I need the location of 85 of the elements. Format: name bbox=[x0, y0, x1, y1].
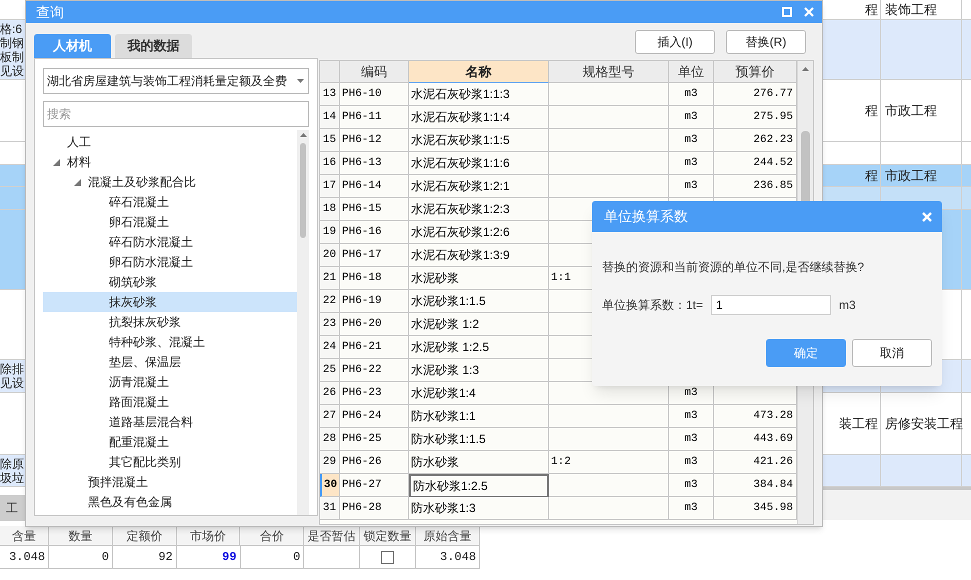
row-number: 23 bbox=[320, 313, 340, 336]
table-cell: 3.048 bbox=[0, 546, 50, 569]
table-cell: 水泥砂浆 1:3 bbox=[409, 359, 549, 382]
table-cell: 水泥砂浆1:4 bbox=[409, 382, 549, 405]
table-cell: 0 bbox=[240, 546, 304, 569]
row-number: 13 bbox=[320, 83, 340, 106]
table-cell: PH6-17 bbox=[340, 244, 409, 267]
row-number: 24 bbox=[320, 336, 340, 359]
table-cell: 房修安装工程 bbox=[881, 393, 962, 454]
dialog-title: 单位换算系数 bbox=[604, 207, 688, 226]
table-cell: PH6-21 bbox=[340, 336, 409, 359]
row-number: 28 bbox=[320, 428, 340, 451]
table-cell: m3 bbox=[669, 497, 714, 520]
table-cell: m3 bbox=[669, 129, 714, 152]
table-cell: PH6-26 bbox=[340, 451, 409, 474]
table-cell: m3 bbox=[669, 474, 714, 497]
table-cell: 水泥砂浆1:1.5 bbox=[409, 290, 549, 313]
table-cell: 99 bbox=[176, 546, 241, 569]
table-cell: m3 bbox=[669, 405, 714, 428]
row-number: 19 bbox=[320, 221, 340, 244]
table-cell: 防水砂浆1:1 bbox=[409, 405, 549, 428]
table-cell: 0 bbox=[49, 546, 113, 569]
table-cell: 1:2 bbox=[549, 451, 669, 474]
table-cell: 市政工程 bbox=[881, 165, 962, 186]
row-number: 16 bbox=[320, 152, 340, 175]
table-cell: 水泥石灰砂浆1:1:3 bbox=[409, 83, 549, 106]
row-number: 27 bbox=[320, 405, 340, 428]
table-cell: 防水砂浆 bbox=[409, 451, 549, 474]
table-cell: 装饰工程 bbox=[881, 0, 962, 19]
table-cell: PH6-19 bbox=[340, 290, 409, 313]
table-cell: 市政工程 bbox=[881, 80, 962, 141]
table-cell: 水泥砂浆 1:2 bbox=[409, 313, 549, 336]
row-number: 17 bbox=[320, 175, 340, 198]
row-number: 29 bbox=[320, 451, 340, 474]
row-number: 21 bbox=[320, 267, 340, 290]
table-cell: PH6-10 bbox=[340, 83, 409, 106]
table-cell: 水泥石灰砂浆1:3:9 bbox=[409, 244, 549, 267]
table-cell: 防水砂浆1:2.5 bbox=[409, 474, 549, 497]
window-title: 查询 bbox=[36, 2, 64, 22]
table-cell: PH6-13 bbox=[340, 152, 409, 175]
table-cell: PH6-15 bbox=[340, 198, 409, 221]
table-cell: PH6-25 bbox=[340, 428, 409, 451]
table-cell: m3 bbox=[669, 428, 714, 451]
table-cell: 除排 见设 bbox=[0, 360, 25, 393]
field-label: 单位换算系数：1t= bbox=[602, 297, 704, 314]
table-cell: PH6-18 bbox=[340, 267, 409, 290]
table-cell: PH6-16 bbox=[340, 221, 409, 244]
table-cell: PH6-11 bbox=[340, 106, 409, 129]
table-cell: PH6-24 bbox=[340, 405, 409, 428]
row-number: 15 bbox=[320, 129, 340, 152]
row-number: 20 bbox=[320, 244, 340, 267]
table-cell: 水泥石灰砂浆1:2:6 bbox=[409, 221, 549, 244]
table-cell: m3 bbox=[669, 83, 714, 106]
table-cell: PH6-27 bbox=[340, 474, 409, 497]
table-cell: 水泥石灰砂浆1:2:1 bbox=[409, 175, 549, 198]
table-cell: 水泥石灰砂浆1:2:3 bbox=[409, 198, 549, 221]
table-cell: 水泥石灰砂浆1:1:6 bbox=[409, 152, 549, 175]
table-cell: PH6-22 bbox=[340, 359, 409, 382]
table-cell: 除原 圾垃 bbox=[0, 455, 25, 487]
row-number: 18 bbox=[320, 198, 340, 221]
table-cell: 防水砂浆1:1.5 bbox=[409, 428, 549, 451]
unit-label: m3 bbox=[839, 297, 856, 314]
row-number: 14 bbox=[320, 106, 340, 129]
row-number: 22 bbox=[320, 290, 340, 313]
table-cell: 水泥石灰砂浆1:1:5 bbox=[409, 129, 549, 152]
row-number: 25 bbox=[320, 359, 340, 382]
table-cell: 水泥砂浆 1:2.5 bbox=[409, 336, 549, 359]
table-cell: m3 bbox=[669, 106, 714, 129]
table-cell: PH6-12 bbox=[340, 129, 409, 152]
table-cell: 水泥砂浆 bbox=[409, 267, 549, 290]
table-cell: PH6-14 bbox=[340, 175, 409, 198]
table-cell: 3.048 bbox=[416, 546, 480, 569]
row-number: 31 bbox=[320, 497, 340, 520]
table-cell: m3 bbox=[669, 451, 714, 474]
table-cell: 92 bbox=[112, 546, 177, 569]
table-cell: PH6-20 bbox=[340, 313, 409, 336]
table-cell: m3 bbox=[669, 175, 714, 198]
table-cell: m3 bbox=[669, 152, 714, 175]
table-cell: PH6-28 bbox=[340, 497, 409, 520]
row-number: 26 bbox=[320, 382, 340, 405]
table-cell: 水泥石灰砂浆1:1:4 bbox=[409, 106, 549, 129]
table-cell: 格:6 制钢 板制 见设 bbox=[0, 20, 25, 80]
row-number: 30 bbox=[320, 474, 340, 497]
table-cell: 防水砂浆1:3 bbox=[409, 497, 549, 520]
table-cell: PH6-23 bbox=[340, 382, 409, 405]
